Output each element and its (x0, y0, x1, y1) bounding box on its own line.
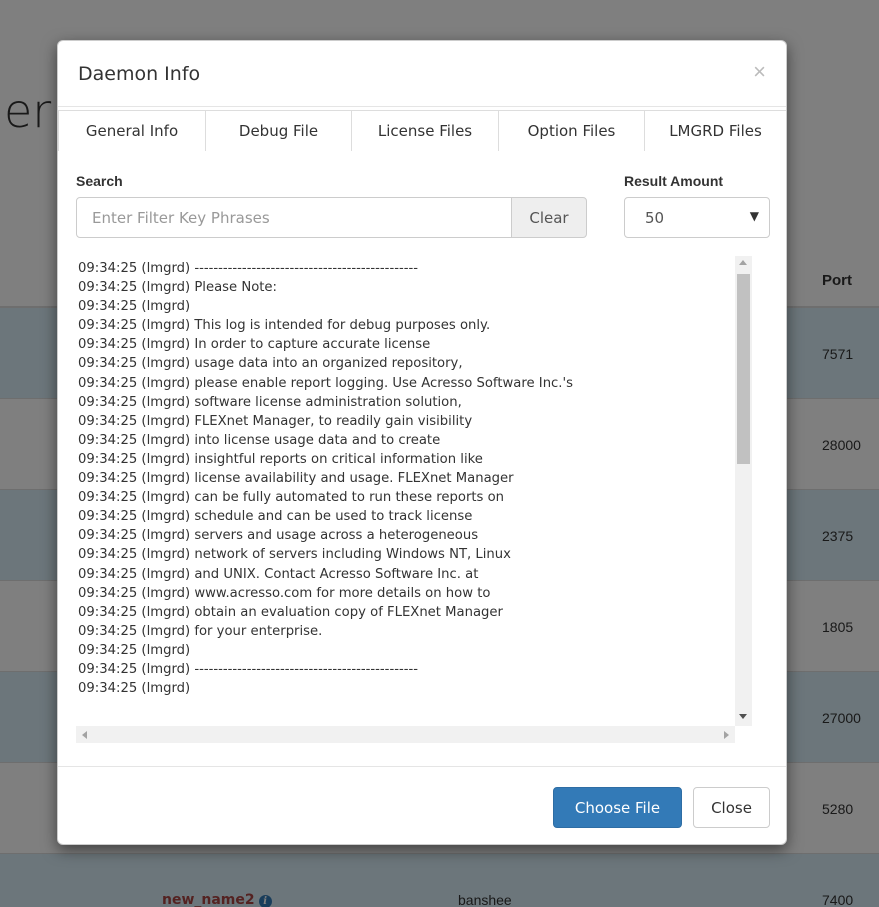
log-line: 09:34:25 (lmgrd) FLEXnet Manager, to rea… (78, 413, 473, 429)
modal-header: Daemon Info × (58, 41, 786, 107)
search-input[interactable] (76, 197, 512, 238)
scroll-left-icon[interactable] (82, 731, 87, 739)
result-amount-value: 50 (645, 208, 665, 227)
log-line: 09:34:25 (lmgrd) usage data into an orga… (78, 356, 463, 372)
scrollbar-thumb[interactable] (737, 274, 750, 464)
log-line: 09:34:25 (lmgrd) license availability an… (78, 471, 514, 487)
vertical-scrollbar[interactable] (735, 256, 752, 726)
modal-title: Daemon Info (78, 63, 201, 85)
log-line: 09:34:25 (lmgrd) servers and usage acros… (78, 528, 479, 544)
search-label: Search (76, 173, 123, 189)
log-line: 09:34:25 (lmgrd) In order to capture acc… (78, 337, 431, 353)
tab-general-info[interactable]: General Info (58, 110, 206, 151)
scroll-right-icon[interactable] (724, 731, 729, 739)
log-line: 09:34:25 (lmgrd) -----------------------… (78, 261, 418, 276)
tab-lmgrd-files[interactable]: LMGRD Files (644, 110, 786, 151)
log-line: 09:34:25 (lmgrd) into license usage data… (78, 432, 441, 448)
log-line: 09:34:25 (lmgrd) insightful reports on c… (78, 451, 483, 467)
log-line: 09:34:25 (lmgrd) Please Note: (78, 280, 277, 296)
log-line: 09:34:25 (lmgrd) This log is intended fo… (78, 318, 491, 334)
tab-option-files[interactable]: Option Files (498, 110, 645, 151)
log-line: 09:34:25 (lmgrd) (78, 642, 191, 658)
tab-debug-file[interactable]: Debug File (205, 110, 352, 151)
result-amount-select[interactable]: 50 ▼ (624, 197, 770, 238)
modal-footer: Choose File Close (58, 766, 786, 844)
tab-bar: General Info Debug File License Files Op… (58, 110, 786, 151)
log-line: 09:34:25 (lmgrd) software license admini… (78, 394, 462, 410)
log-line: 09:34:25 (lmgrd) schedule and can be use… (78, 509, 473, 525)
log-line: 09:34:25 (lmgrd) and UNIX. Contact Acres… (78, 566, 479, 582)
clear-button[interactable]: Clear (511, 197, 587, 238)
log-line: 09:34:25 (lmgrd) www.acresso.com for mor… (78, 585, 491, 601)
log-text: 09:34:25 (lmgrd) -----------------------… (78, 259, 748, 698)
log-line: 09:34:25 (lmgrd) can be fully automated … (78, 490, 505, 506)
log-line: 09:34:25 (lmgrd) for your enterprise. (78, 623, 323, 639)
log-line: 09:34:25 (lmgrd) please enable report lo… (78, 375, 573, 391)
scroll-up-icon[interactable] (739, 260, 747, 265)
choose-file-button[interactable]: Choose File (553, 787, 682, 828)
log-line: 09:34:25 (lmgrd) network of servers incl… (78, 547, 511, 563)
scroll-down-icon[interactable] (739, 714, 747, 719)
log-line: 09:34:25 (lmgrd) -----------------------… (78, 661, 418, 677)
log-line: 09:34:25 (lmgrd) (78, 299, 191, 315)
horizontal-scrollbar[interactable] (76, 726, 735, 743)
chevron-down-icon: ▼ (749, 209, 759, 223)
log-line: 09:34:25 (lmgrd) obtain an evaluation co… (78, 604, 503, 620)
close-icon[interactable]: × (753, 61, 766, 83)
daemon-info-modal: Daemon Info × General Info Debug File Li… (57, 40, 787, 845)
close-button[interactable]: Close (693, 787, 770, 828)
tab-license-files[interactable]: License Files (351, 110, 499, 151)
debug-log-viewer[interactable]: 09:34:25 (lmgrd) -----------------------… (76, 256, 770, 744)
result-amount-label: Result Amount (624, 173, 724, 189)
log-line: 09:34:25 (lmgrd) (78, 681, 191, 697)
